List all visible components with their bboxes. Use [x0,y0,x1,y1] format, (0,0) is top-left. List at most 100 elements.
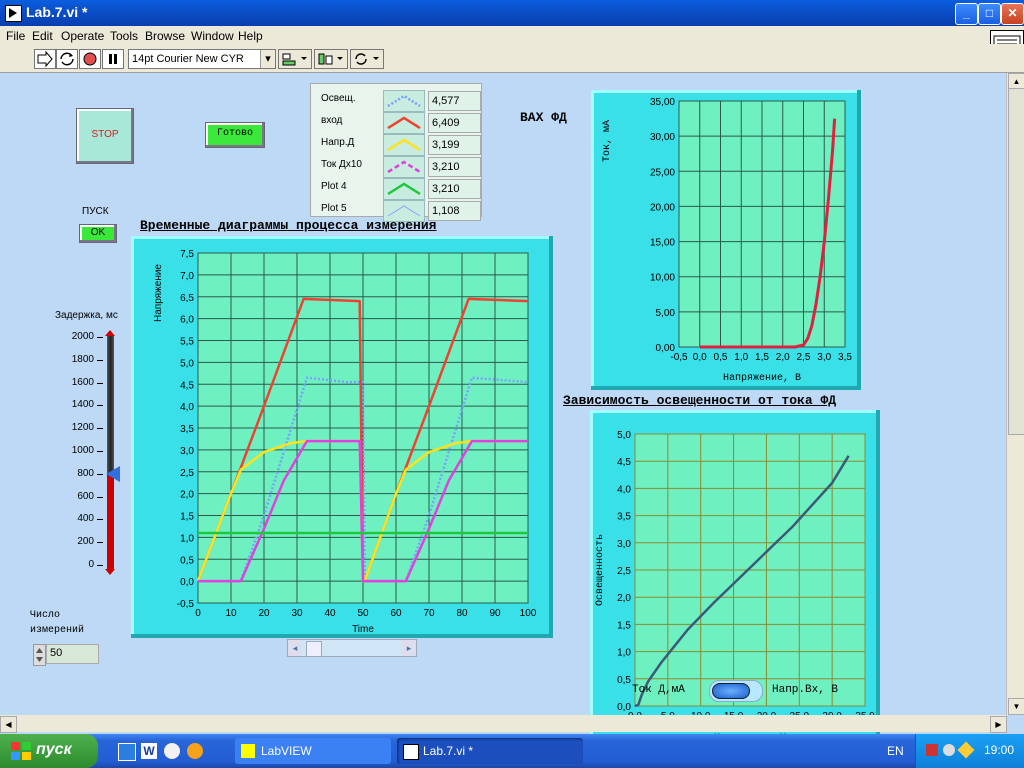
pause-icon[interactable] [102,49,124,69]
delay-tick-mark [97,428,103,430]
word-icon[interactable]: W [141,743,157,759]
stop-button[interactable]: STOP [76,108,134,164]
chart-scroll-thumb[interactable] [306,641,322,657]
x-axis-label: Time [352,624,374,635]
reorder-icon[interactable] [350,49,384,69]
abort-icon[interactable] [79,49,101,69]
menu-file[interactable]: File [6,29,25,43]
switch-right-label: Напр.Вх, В [772,684,839,696]
legend-item-name: Plot 4 [321,181,347,192]
y-tick-label: 10,00 [650,273,675,284]
legend-item-value: 4,577 [428,91,481,111]
menu-window[interactable]: Window [191,29,234,43]
toolbar: 14pt Courier New CYR ▾ [0,44,1024,73]
y-tick-label: 4,5 [617,457,631,468]
y-tick-label: 0,5 [180,555,194,566]
count-caption-1: Число [30,610,61,621]
menu-edit[interactable]: Edit [32,29,53,43]
legend-item[interactable]: Ток Дх10 3,210 [311,156,481,178]
run-arrow-icon[interactable] [34,49,56,69]
delay-caption: Задержка, мс [55,310,118,321]
legend-swatch[interactable] [383,112,425,134]
x-tick-label: 2,5 [797,352,811,363]
delay-slider-thumb[interactable] [106,465,120,482]
legend-swatch[interactable] [383,156,425,178]
legend-item[interactable]: Plot 4 3,210 [311,178,481,200]
panel-horizontal-scrollbar[interactable]: ◀ ▶ [0,715,1007,733]
distribute-objects-icon[interactable] [314,49,348,69]
menu-help[interactable]: Help [238,29,263,43]
mode-switch-thumb[interactable] [712,683,750,699]
show-desktop-icon[interactable] [118,743,136,761]
panel-vscroll-thumb[interactable] [1008,88,1024,435]
y-tick-label: 3,5 [617,512,631,523]
x-tick-label: 80 [456,608,468,619]
ok-button[interactable]: OK [79,224,117,243]
timing-chart-frame: 0 10 20 30 40 50 60 70 80 90 100 -0,5 0,0 0,5 1,0 1,5 2,… [131,236,553,638]
start-button[interactable]: пуск [0,734,98,768]
legend-item[interactable]: Освещ. 4,577 [311,90,481,112]
legend-swatch[interactable] [383,178,425,200]
start-caption: ПУСК [82,206,109,217]
y-tick-label: 1,5 [180,512,194,523]
media-player-icon[interactable] [187,743,203,759]
count-stepper[interactable] [33,644,46,666]
x-tick-label: 3,5 [838,352,852,363]
language-indicator[interactable]: EN [887,744,904,758]
y-tick-label: 2,0 [617,593,631,604]
delay-tick-mark [97,451,103,452]
hscroll-left-icon[interactable]: ◀ [0,716,17,733]
menu-operate[interactable]: Operate [61,29,104,43]
scroll-left-icon[interactable]: ◂ [288,640,302,656]
security-icon[interactable] [957,741,975,759]
network-icon[interactable] [926,744,938,756]
browser-icon[interactable] [164,743,180,759]
y-tick-label: 2,5 [617,566,631,577]
legend-swatch[interactable] [383,90,425,112]
count-input[interactable]: 50 [46,644,99,664]
stop-button-label: STOP [91,129,119,140]
delay-tick-mark [97,496,103,498]
start-button-label: пуск [36,741,72,758]
taskbar-labview[interactable]: LabVIEW [235,738,391,764]
scroll-right-icon[interactable]: ▸ [402,640,416,656]
delay-tick-label: 800 [77,467,94,479]
legend-item-name: вход [321,115,343,126]
legend-item-name: Освещ. [321,93,356,104]
volume-icon[interactable] [943,744,955,756]
legend-item-value: 3,210 [428,157,481,177]
y-tick-label: 1,0 [180,533,194,544]
scroll-down-icon[interactable]: ▼ [1008,698,1024,715]
mode-switch[interactable] [709,680,763,702]
labview-vi-icon [5,5,22,22]
delay-tick-mark [97,542,103,544]
x-tick-label: 3,0 [817,352,831,363]
delay-tick-label: 0 [88,559,94,570]
taskbar: пуск W LabVIEW Lab.7.vi * EN 19:00 [0,734,1024,768]
menu-bar: File Edit Operate Tools Browse Window He… [0,26,1024,44]
legend-item[interactable]: вход 6,409 [311,112,481,134]
illumination-chart-title: Зависимость освещенности от тока ФД [563,393,837,408]
minimize-button[interactable]: _ [955,3,978,25]
menu-tools[interactable]: Tools [110,29,138,43]
legend-item-name: Ток Дх10 [321,159,362,170]
taskbar-lab7[interactable]: Lab.7.vi * [397,738,583,764]
run-continuously-icon[interactable] [56,49,78,69]
delay-tick-label: 1800 [71,353,94,365]
maximize-button[interactable]: □ [978,3,1001,25]
legend-item[interactable]: Напр.Д 3,199 [311,134,481,156]
font-select[interactable]: 14pt Courier New CYR ▾ [128,49,276,69]
y-tick-label: 1,0 [617,648,631,659]
panel-vertical-scrollbar[interactable]: ▲ ▼ [1006,73,1024,715]
chart-scrollbar[interactable]: ◂ ▸ [287,639,417,657]
delay-tick-mark [97,337,103,338]
hscroll-right-icon[interactable]: ▶ [990,716,1007,733]
y-tick-label: 7,0 [180,271,194,282]
close-button[interactable]: ✕ [1001,3,1024,25]
legend-swatch[interactable] [383,134,425,156]
legend-item[interactable]: Plot 5 1,108 [311,200,481,222]
align-objects-icon[interactable] [278,49,312,69]
chevron-down-icon[interactable]: ▾ [260,50,275,68]
menu-browse[interactable]: Browse [145,29,185,43]
legend-item-value: 6,409 [428,113,481,133]
